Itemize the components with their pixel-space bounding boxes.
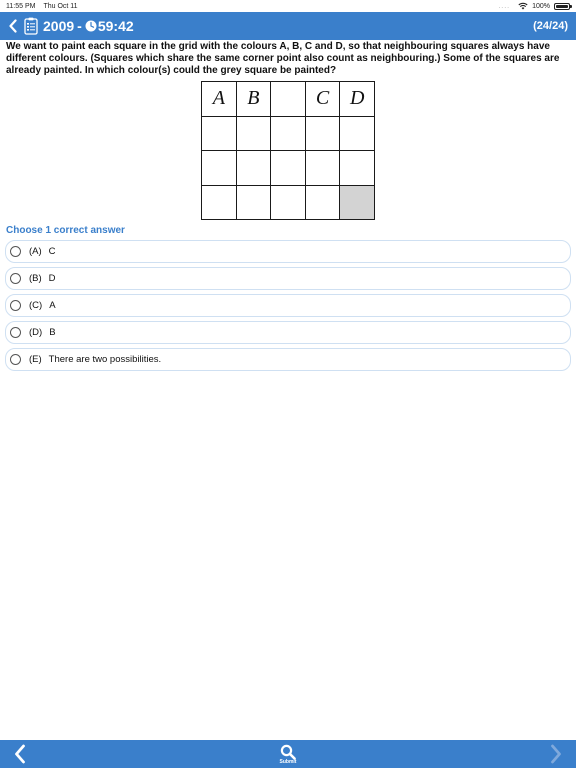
answer-list: (A) C (B) D (C) A (D) B (E) There are two possibi… [5,240,571,375]
exam-year: 2009 [43,18,75,34]
grid-cell: C [304,81,341,117]
grid-row: ABCD [201,81,375,117]
signal-dots: .... [498,2,511,10]
grid-cell: A [201,81,237,117]
grid-cell [235,184,272,220]
answer-option[interactable]: (D) B [5,321,571,344]
question-progress: (24/24) [533,20,568,32]
answer-option[interactable]: (B) D [5,267,571,290]
grid-cell [304,115,341,151]
status-date: Thu Oct 11 [43,2,78,10]
question-text: We want to paint each square in the grid… [6,41,560,76]
clock-icon [85,20,97,32]
grid-cell: B [235,81,272,117]
grid-row [201,184,375,220]
grid-cell [201,115,237,151]
battery-fill [556,4,568,8]
radio-button-icon[interactable] [10,300,21,311]
grid-cell [235,115,272,151]
submit-button[interactable]: Submit [279,740,297,768]
answer-letter: (E) [29,354,42,365]
grid-cell [270,81,306,117]
header-bar: 2009 - 59:42 (24/24) [0,12,576,40]
radio-button-icon[interactable] [10,354,21,365]
answer-option[interactable]: (E) There are two possibilities. [5,348,571,371]
status-right: .... 100% [498,2,572,10]
countdown-timer: 59:42 [97,18,134,34]
grid-cell [270,150,306,186]
header-separator: - [77,18,82,34]
grid-cell [201,150,237,186]
submit-label: Submit [279,758,297,765]
status-time: 11:55 PM [6,2,36,10]
grid-cell [235,150,272,186]
grid-cell [270,115,306,151]
answer-letter: (D) [29,327,43,338]
grid-row [201,150,375,186]
answer-letter: (A) [29,246,42,257]
grid-table: ABCD [201,81,375,220]
radio-button-icon[interactable] [10,327,21,338]
answer-letter: (C) [29,300,43,311]
previous-button[interactable] [0,740,40,768]
answer-option[interactable]: (A) C [5,240,571,263]
grid-cell [304,150,341,186]
colour-grid: ABCD [201,81,375,220]
grid-cell [339,115,375,151]
answer-text: C [48,246,56,257]
answer-letter: (B) [29,273,42,284]
answer-text: There are two possibilities. [48,354,162,365]
battery-percent: 100% [532,2,550,10]
next-button[interactable] [536,740,576,768]
back-chevron-icon [9,19,17,33]
answer-instruction: Choose 1 correct answer [6,225,125,236]
grid-row [201,115,375,151]
status-bar: 11:55 PM Thu Oct 11 .... 100% [0,0,576,12]
grid-cell: D [339,81,375,117]
grid-cell [270,184,306,220]
grid-cell [339,150,375,186]
battery-icon [554,2,572,10]
grid-cell-grey [339,184,375,220]
answer-text: B [49,327,56,338]
next-chevron-icon [551,744,561,764]
back-button[interactable] [2,12,24,40]
previous-chevron-icon [15,744,25,764]
radio-button-icon[interactable] [10,246,21,257]
answer-text: A [49,300,56,311]
grid-cell [304,184,341,220]
wifi-icon [518,2,528,10]
document-list-icon[interactable] [24,17,38,35]
answer-text: D [48,273,56,284]
bottom-bar: Submit [0,740,576,768]
answer-option[interactable]: (C) A [5,294,571,317]
radio-button-icon[interactable] [10,273,21,284]
grid-cell [201,184,237,220]
search-icon [280,744,296,760]
